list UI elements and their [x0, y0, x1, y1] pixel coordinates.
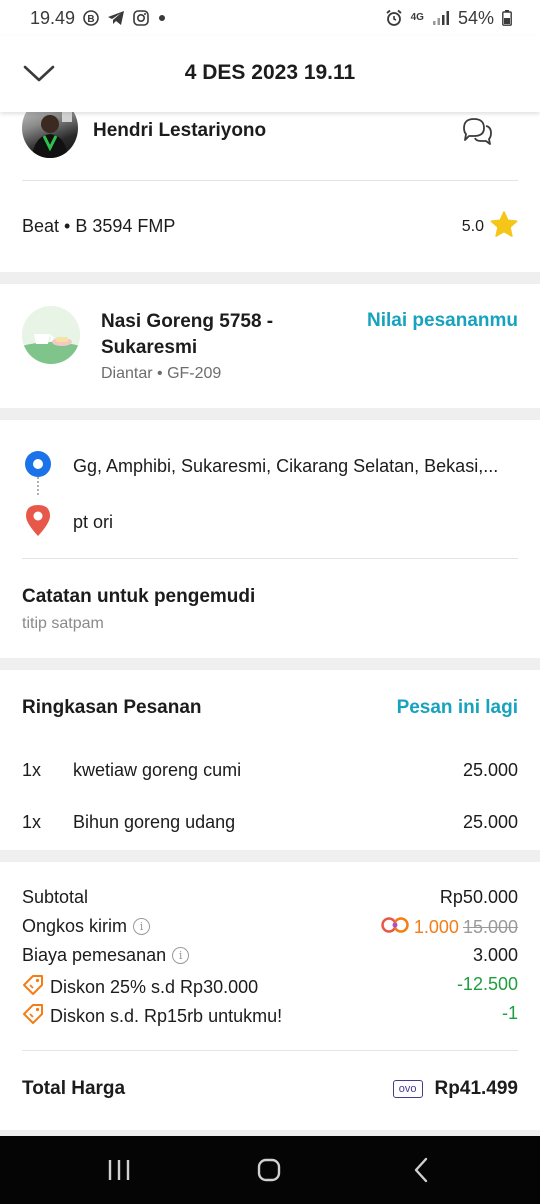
restaurant-subtitle: Diantar • GF-209 — [101, 365, 222, 382]
network-type: 4G — [410, 12, 424, 23]
discount-label: Diskon s.d. Rp15rb untukmu! — [50, 1006, 283, 1026]
item-qty: 1x — [22, 812, 42, 832]
driver-rating: 5.0 — [462, 211, 518, 243]
rate-order-link[interactable]: Nilai pesananmu — [367, 310, 518, 332]
section-separator — [0, 658, 540, 670]
section-separator — [0, 272, 540, 284]
system-nav-bar — [0, 1136, 540, 1204]
discount-label: Diskon 25% s.d Rp30.000 — [50, 977, 259, 997]
delivery-fee-row: Ongkos kirim i 1.000 15.000 — [22, 916, 518, 940]
order-fee-label: Biaya pemesanan — [22, 945, 167, 965]
driver-name: Hendri Lestariyono — [93, 120, 267, 141]
pickup-location: Gg, Amphibi, Sukaresmi, Cikarang Selatan… — [22, 448, 498, 485]
delivery-fee-value: 1.000 — [413, 917, 459, 937]
dropoff-location: pt ori — [22, 503, 113, 542]
item-name: kwetiaw goreng cumi — [73, 760, 242, 780]
order-detail: Hendri Lestariyono Beat • B 3594 FMP 5.0… — [0, 112, 540, 1136]
total-value-group: ovo Rp41.499 — [392, 1078, 518, 1100]
discount-label-group: Diskon s.d. Rp15rb untukmu! — [22, 1003, 282, 1030]
restaurant-image — [22, 306, 80, 364]
discount-row: Diskon 25% s.d Rp30.000 -12.500 — [22, 974, 518, 998]
divider — [22, 1050, 518, 1051]
total-label: Total Harga — [22, 1078, 126, 1099]
discount-row: Diskon s.d. Rp15rb untukmu! -1 — [22, 1003, 518, 1027]
subtotal-label: Subtotal — [22, 887, 89, 907]
status-time: 19.49 — [30, 7, 76, 28]
discount-label-group: Diskon 25% s.d Rp30.000 — [22, 974, 258, 1001]
item-qty: 1x — [22, 760, 42, 780]
rating-value: 5.0 — [461, 218, 484, 235]
delivery-fee-label: Ongkos kirim — [22, 916, 128, 936]
delivery-fee-original: 15.000 — [462, 917, 518, 937]
section-separator — [0, 850, 540, 862]
vehicle-info: Beat • B 3594 FMP — [22, 216, 176, 236]
discount-value: -1 — [501, 1003, 518, 1023]
signal-icon — [432, 10, 450, 26]
info-icon[interactable]: i — [172, 947, 190, 964]
reorder-link[interactable]: Pesan ini lagi — [397, 697, 518, 719]
driver-note-title: Catatan untuk pengemudi — [22, 586, 256, 607]
chat-icon[interactable] — [460, 114, 494, 148]
subtotal-row: Subtotal Rp50.000 — [22, 887, 518, 911]
home-icon[interactable] — [255, 1156, 283, 1184]
total-value: Rp41.499 — [434, 1078, 518, 1099]
telegram-icon — [107, 10, 125, 26]
driver-card: Hendri Lestariyono — [22, 112, 518, 182]
tag-icon — [22, 1003, 44, 1030]
b-badge-icon: B — [83, 10, 99, 26]
dot-icon — [157, 13, 167, 23]
page-title: 4 DES 2023 19.11 — [184, 61, 356, 84]
divider — [22, 558, 518, 559]
instagram-icon — [133, 10, 149, 26]
order-fee-value: 3.000 — [472, 945, 518, 965]
item-price: 25.000 — [462, 812, 518, 832]
svg-text:B: B — [87, 14, 94, 25]
item-name: Bihun goreng udang — [73, 812, 236, 832]
status-left: 19.49 B — [30, 8, 167, 29]
info-icon[interactable]: i — [133, 918, 151, 935]
divider — [22, 180, 518, 181]
promo-rings-icon — [380, 916, 410, 939]
status-bar: 19.49 B 4G 54% — [0, 0, 540, 36]
discount-value: -12.500 — [456, 974, 518, 994]
order-summary-title: Ringkasan Pesanan — [22, 697, 202, 718]
item-price: 25.000 — [462, 760, 518, 780]
dropoff-address: pt ori — [73, 512, 114, 532]
battery-percent: 54% — [457, 7, 494, 28]
driver-note-text: titip satpam — [22, 615, 104, 632]
star-icon — [490, 211, 518, 243]
payment-method-badge: ovo — [392, 1080, 423, 1098]
order-fee-row: Biaya pemesanan i 3.000 — [22, 945, 518, 969]
tag-icon — [22, 974, 44, 1001]
delivery-fee-label-group: Ongkos kirim i — [22, 916, 151, 937]
delivery-fee-value-group: 1.000 15.000 — [380, 916, 518, 939]
avatar — [22, 112, 78, 158]
battery-icon — [502, 10, 512, 26]
dropoff-pin-icon — [22, 503, 54, 542]
order-fee-label-group: Biaya pemesanan i — [22, 945, 190, 966]
alarm-icon — [385, 9, 403, 27]
route-dots — [37, 477, 39, 495]
subtotal-value: Rp50.000 — [439, 887, 518, 907]
status-right: 4G 54% — [385, 8, 512, 29]
pickup-address: Gg, Amphibi, Sukaresmi, Cikarang Selatan… — [73, 456, 499, 476]
restaurant-name: Nasi Goreng 5758 - Sukaresmi — [101, 311, 274, 358]
section-separator — [0, 408, 540, 420]
header: 4 DES 2023 19.11 — [0, 36, 540, 112]
recent-apps-icon[interactable] — [105, 1156, 133, 1184]
back-icon[interactable] — [408, 1156, 436, 1184]
